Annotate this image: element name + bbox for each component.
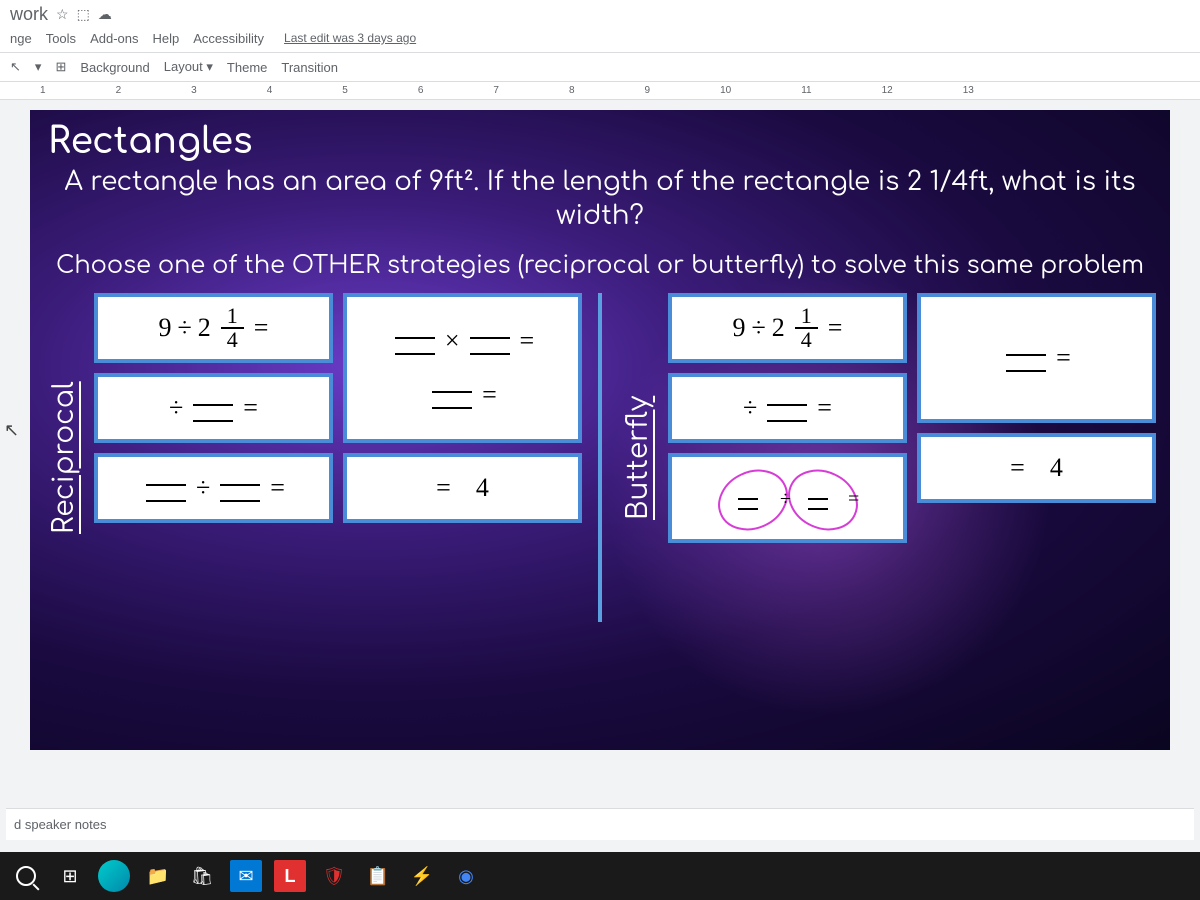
background-button[interactable]: Background (80, 60, 149, 75)
text: 4 (476, 473, 489, 503)
slide-subtitle[interactable]: A rectangle has an area of 9ft². If the … (30, 162, 1170, 238)
text: ÷ (169, 393, 183, 423)
transition-button[interactable]: Transition (281, 60, 338, 75)
butterfly-diagram-icon: ÷ = (708, 465, 868, 535)
ruler-tick: 9 (645, 85, 651, 96)
move-icon[interactable]: ⬚ (77, 6, 90, 23)
text: = (254, 313, 269, 343)
slide-canvas[interactable]: Rectangles A rectangle has an area of 9f… (30, 110, 1170, 750)
text: 1 (221, 305, 244, 329)
ruler-tick: 11 (801, 85, 811, 96)
chrome-icon[interactable]: ◉ (450, 860, 482, 892)
cursor-icon: ↖ (4, 420, 19, 441)
edge-icon[interactable] (98, 860, 130, 892)
text: ÷ (196, 473, 210, 503)
ruler-tick: 3 (191, 85, 197, 96)
ruler-tick: 8 (569, 85, 575, 96)
text: = (1056, 343, 1071, 373)
ruler-tick: 10 (720, 85, 731, 96)
recip-box-2[interactable]: ÷ = (94, 373, 333, 443)
svg-text:÷: ÷ (780, 488, 791, 510)
bolt-icon[interactable]: ⚡ (406, 860, 438, 892)
text: 4 (1050, 453, 1063, 483)
text: ÷ (178, 313, 192, 343)
text: = (817, 393, 832, 423)
menu-addons[interactable]: Add-ons (90, 31, 138, 46)
butterfly-label[interactable]: Butterfly (618, 293, 658, 622)
mail-icon[interactable]: ✉ (230, 860, 262, 892)
text: 2 (772, 313, 785, 343)
ruler-tick: 6 (418, 85, 424, 96)
text: 2 (198, 313, 211, 343)
text: 4 (221, 329, 244, 351)
recip-box-3[interactable]: ÷ = (94, 453, 333, 523)
reciprocal-label[interactable]: Reciprocal (44, 293, 84, 622)
bfly-box-expr[interactable]: 9 ÷ 2 14 = (668, 293, 907, 363)
last-edit-link[interactable]: Last edit was 3 days ago (284, 31, 416, 46)
star-icon[interactable]: ☆ (56, 6, 69, 23)
ruler-tick: 1 (40, 85, 46, 96)
text: ÷ (752, 313, 766, 343)
windows-taskbar: ⊞ 📁 🛍 ✉ L 🛡 📋 ⚡ ◉ (0, 852, 1200, 900)
bfly-box-4[interactable]: = (917, 293, 1156, 423)
menu-accessibility[interactable]: Accessibility (193, 31, 264, 46)
slide-instruction[interactable]: Choose one of the OTHER strategies (reci… (30, 238, 1170, 285)
ruler: 1 2 3 4 5 6 7 8 9 10 11 12 13 (0, 82, 1200, 100)
store-icon[interactable]: 🛍 (186, 860, 218, 892)
note-icon[interactable]: 📋 (362, 860, 394, 892)
text: = (828, 313, 843, 343)
ruler-tick: 7 (493, 85, 499, 96)
text: = (1010, 453, 1025, 483)
select-tool-icon[interactable]: ↖ (10, 59, 21, 75)
text: = (482, 380, 497, 410)
app-l-icon[interactable]: L (274, 860, 306, 892)
cloud-icon[interactable]: ☁ (98, 6, 112, 23)
ruler-tick: 4 (267, 85, 273, 96)
bfly-box-diagram[interactable]: ÷ = (668, 453, 907, 543)
text: 9 (733, 313, 746, 343)
ruler-tick: 5 (342, 85, 348, 96)
slide-title[interactable]: Rectangles (30, 110, 1170, 162)
text: ÷ (743, 393, 757, 423)
doc-title: work (10, 4, 48, 25)
text: = (520, 326, 535, 356)
layout-button[interactable]: Layout ▾ (164, 59, 213, 75)
text: 9 (159, 313, 172, 343)
dropdown-icon[interactable]: ▾ (35, 59, 42, 75)
text: = (436, 473, 451, 503)
theme-button[interactable]: Theme (227, 60, 267, 75)
textbox-icon[interactable]: ⊞ (55, 59, 66, 75)
text: 1 (795, 305, 818, 329)
recip-box-expr[interactable]: 9 ÷ 2 14 = (94, 293, 333, 363)
ruler-tick: 2 (116, 85, 122, 96)
recip-box-result[interactable]: = 4 (343, 453, 582, 523)
recip-box-4[interactable]: × = = (343, 293, 582, 443)
shield-icon[interactable]: 🛡 (318, 860, 350, 892)
menu-help[interactable]: Help (152, 31, 179, 46)
menu-arrange[interactable]: nge (10, 31, 32, 46)
explorer-icon[interactable]: 📁 (142, 860, 174, 892)
toolbar: ↖ ▾ ⊞ Background Layout ▾ Theme Transiti… (0, 52, 1200, 82)
text: = (270, 473, 285, 503)
bfly-box-2[interactable]: ÷ = (668, 373, 907, 443)
menu-tools[interactable]: Tools (46, 31, 76, 46)
search-icon[interactable] (10, 860, 42, 892)
ruler-tick: 12 (882, 85, 893, 96)
text: = (243, 393, 258, 423)
text: × (445, 326, 460, 356)
svg-text:=: = (848, 488, 859, 510)
text: 4 (795, 329, 818, 351)
taskview-icon[interactable]: ⊞ (54, 860, 86, 892)
bfly-box-result[interactable]: = 4 (917, 433, 1156, 503)
divider (598, 293, 602, 622)
ruler-tick: 13 (963, 85, 974, 96)
speaker-notes[interactable]: d speaker notes (6, 808, 1194, 840)
